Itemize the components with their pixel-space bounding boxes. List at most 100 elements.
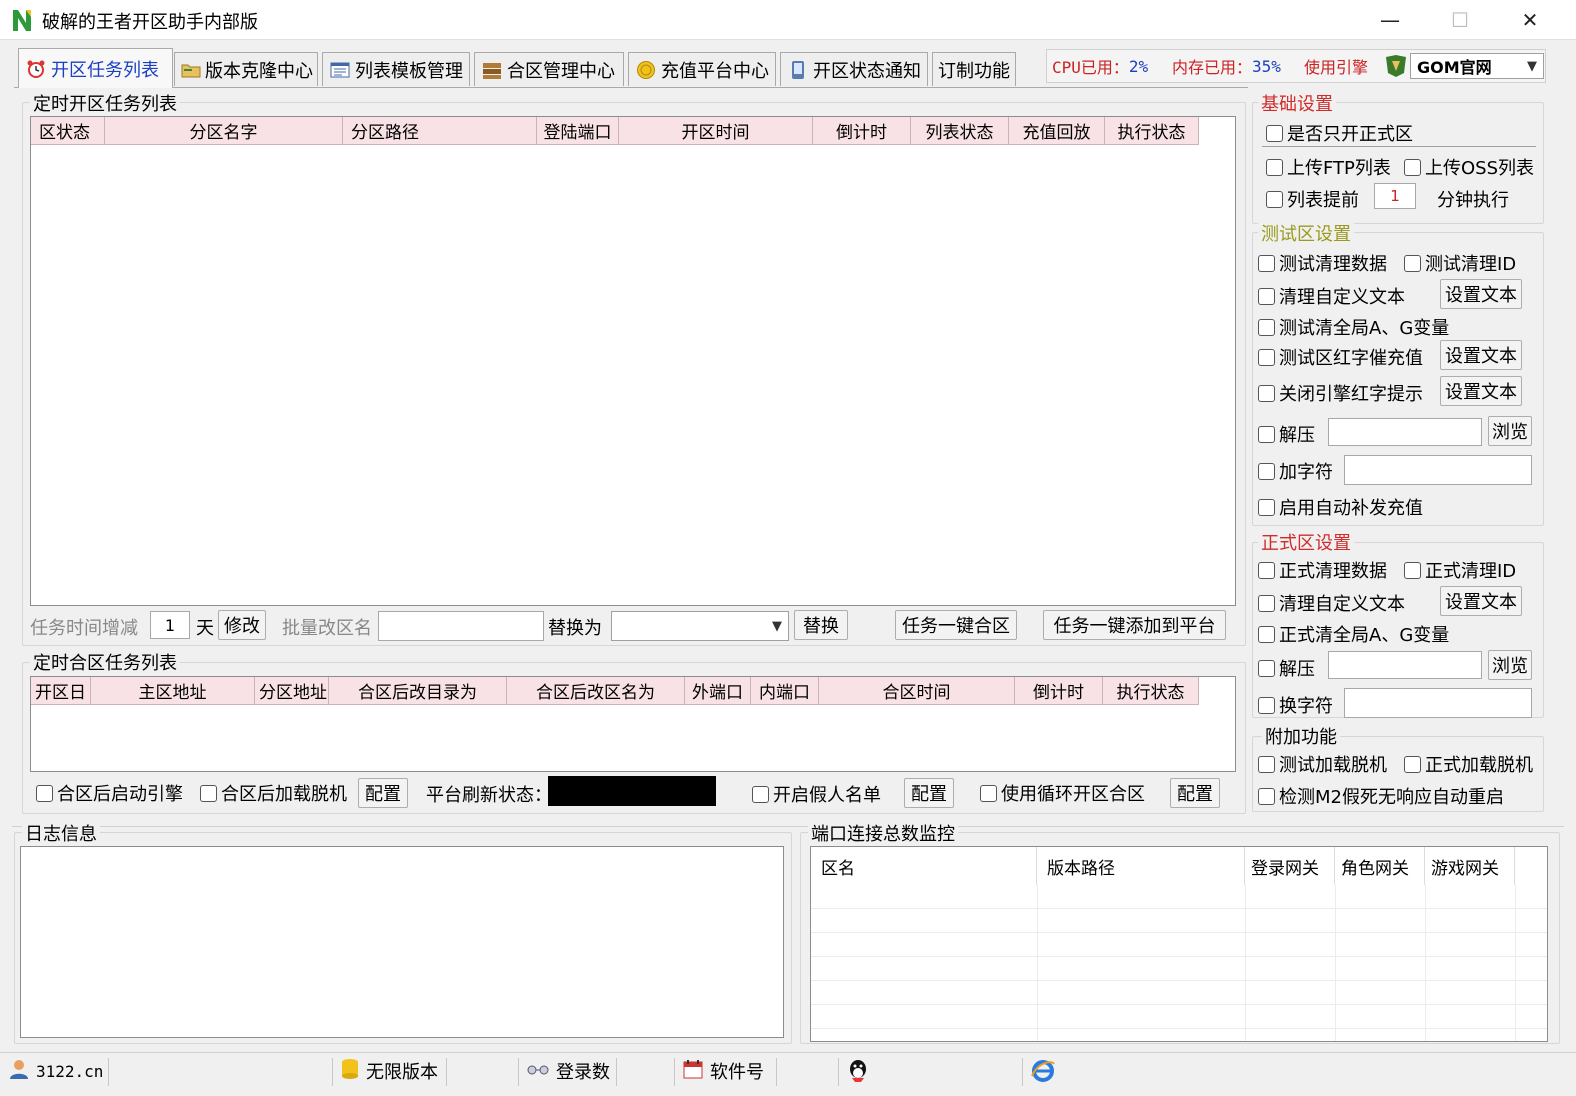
close-button[interactable]: ✕ — [1502, 0, 1558, 40]
merge-all-button[interactable]: 任务一键合区 — [895, 610, 1017, 640]
checkbox-box[interactable] — [1266, 190, 1283, 208]
official-clear-id-checkbox[interactable]: 正式清理ID — [1404, 557, 1516, 583]
checkbox-box[interactable] — [1258, 659, 1275, 677]
replace-with-select[interactable]: ▼ — [611, 611, 789, 641]
timed-open-list[interactable]: 区状态 分区名字 分区路径 登陆端口 开区时间 倒计时 列表状态 充值回放 执行… — [30, 116, 1236, 606]
list-ahead-checkbox[interactable]: 列表提前 — [1266, 186, 1359, 212]
upload-oss-checkbox[interactable]: 上传OSS列表 — [1404, 154, 1534, 180]
col-main-address[interactable]: 主区地址 — [91, 677, 255, 705]
test-red-set-text-button[interactable]: 设置文本 — [1440, 340, 1522, 370]
checkbox-box[interactable] — [1404, 561, 1421, 579]
checkbox-box[interactable] — [1258, 254, 1275, 272]
start-engine-checkbox[interactable]: 合区后启动引擎 — [36, 780, 183, 806]
test-red-recharge-checkbox[interactable]: 测试区红字催充值 — [1258, 344, 1423, 370]
checkbox-box[interactable] — [1258, 318, 1275, 336]
days-input[interactable]: 1 — [150, 611, 190, 639]
cycle-config-button[interactable]: 配置 — [1170, 778, 1220, 808]
col-login-port[interactable]: 登陆端口 — [537, 117, 619, 145]
checkbox-box[interactable] — [752, 785, 769, 803]
test-clear-id-checkbox[interactable]: 测试清理ID — [1404, 250, 1516, 276]
col-countdown[interactable]: 倒计时 — [813, 117, 911, 145]
official-replace-char-checkbox[interactable]: 换字符 — [1258, 692, 1333, 718]
test-add-char-checkbox[interactable]: 加字符 — [1258, 458, 1333, 484]
checkbox-box[interactable] — [1258, 787, 1275, 805]
minimize-button[interactable]: — — [1362, 0, 1418, 40]
fake-names-config-button[interactable]: 配置 — [904, 778, 954, 808]
engine-select[interactable]: GOM官网 ▼ — [1410, 53, 1544, 79]
checkbox-box[interactable] — [1258, 561, 1275, 579]
checkbox-box[interactable] — [1266, 158, 1283, 176]
test-clear-data-checkbox[interactable]: 测试清理数据 — [1258, 250, 1387, 276]
col-merge-time[interactable]: 合区时间 — [819, 677, 1015, 705]
test-browse-button[interactable]: 浏览 — [1488, 416, 1532, 446]
cycle-open-merge-checkbox[interactable]: 使用循环开区合区 — [980, 780, 1145, 806]
auto-recharge-checkbox[interactable]: 启用自动补发充值 — [1258, 494, 1423, 520]
checkbox-box[interactable] — [1404, 755, 1421, 773]
checkbox-box[interactable] — [980, 784, 997, 802]
checkbox-box[interactable] — [1404, 158, 1421, 176]
col-merge-countdown[interactable]: 倒计时 — [1015, 677, 1103, 705]
upload-ftp-checkbox[interactable]: 上传FTP列表 — [1266, 154, 1391, 180]
col-new-dir[interactable]: 合区后改目录为 — [329, 677, 507, 705]
test-unzip-checkbox[interactable]: 解压 — [1258, 421, 1315, 447]
test-close-set-text-button[interactable]: 设置文本 — [1440, 376, 1522, 406]
checkbox-box[interactable] — [1258, 384, 1275, 402]
qq-icon[interactable] — [846, 1054, 870, 1088]
modify-button[interactable]: 修改 — [218, 610, 266, 640]
test-custom-set-text-button[interactable]: 设置文本 — [1440, 279, 1522, 309]
official-clear-custom-checkbox[interactable]: 清理自定义文本 — [1258, 590, 1405, 616]
col-zone[interactable]: 区名 — [811, 847, 1037, 885]
test-add-char-input[interactable] — [1344, 455, 1532, 485]
checkbox-box[interactable] — [1258, 425, 1275, 443]
test-load-offline-checkbox[interactable]: 测试加载脱机 — [1258, 751, 1387, 777]
test-clear-global-checkbox[interactable]: 测试清全局A、G变量 — [1258, 314, 1449, 340]
col-sub-address[interactable]: 分区地址 — [255, 677, 329, 705]
official-browse-button[interactable]: 浏览 — [1488, 650, 1532, 680]
checkbox-box[interactable] — [1258, 755, 1275, 773]
test-close-engine-tip-checkbox[interactable]: 关闭引擎红字提示 — [1258, 380, 1423, 406]
official-custom-set-text-button[interactable]: 设置文本 — [1440, 586, 1522, 616]
tab-merge-center[interactable]: 合区管理中心 — [474, 52, 624, 86]
test-clear-custom-checkbox[interactable]: 清理自定义文本 — [1258, 283, 1405, 309]
checkbox-box[interactable] — [200, 784, 217, 802]
only-official-checkbox[interactable]: 是否只开正式区 — [1266, 120, 1413, 146]
official-clear-data-checkbox[interactable]: 正式清理数据 — [1258, 557, 1387, 583]
col-zone-path[interactable]: 分区路径 — [343, 117, 537, 145]
col-zone-status[interactable]: 区状态 — [31, 117, 105, 145]
minutes-input[interactable]: 1 — [1374, 183, 1416, 209]
port-monitor-list[interactable]: 区名 版本路径 登录网关 角色网关 游戏网关 — [810, 846, 1548, 1042]
timed-merge-list[interactable]: 开区日 主区地址 分区地址 合区后改目录为 合区后改区名为 外端口 内端口 合区… — [30, 676, 1236, 772]
fake-names-checkbox[interactable]: 开启假人名单 — [752, 781, 881, 807]
col-login-gateway[interactable]: 登录网关 — [1245, 847, 1335, 885]
col-zone-name[interactable]: 分区名字 — [105, 117, 343, 145]
batch-rename-input[interactable] — [378, 611, 544, 641]
col-inner-port[interactable]: 内端口 — [751, 677, 819, 705]
col-outer-port[interactable]: 外端口 — [685, 677, 751, 705]
col-open-day[interactable]: 开区日 — [31, 677, 91, 705]
checkbox-box[interactable] — [1258, 287, 1275, 305]
tab-recharge-platform[interactable]: 充值平台中心 — [628, 52, 776, 86]
col-game-gateway[interactable]: 游戏网关 — [1425, 847, 1515, 885]
tab-status-notify[interactable]: 开区状态通知 — [780, 52, 928, 86]
add-all-to-platform-button[interactable]: 任务一键添加到平台 — [1043, 610, 1226, 640]
merge-config-button[interactable]: 配置 — [358, 778, 408, 808]
col-exec-status[interactable]: 执行状态 — [1105, 117, 1199, 145]
col-merge-exec-status[interactable]: 执行状态 — [1103, 677, 1199, 705]
tab-list-template[interactable]: 列表模板管理 — [322, 52, 470, 86]
checkbox-box[interactable] — [1258, 462, 1275, 480]
official-unzip-path-input[interactable] — [1328, 651, 1482, 679]
col-recharge-replay[interactable]: 充值回放 — [1009, 117, 1105, 145]
replace-button[interactable]: 替换 — [794, 610, 848, 640]
log-textarea[interactable] — [20, 846, 784, 1038]
col-role-gateway[interactable]: 角色网关 — [1335, 847, 1425, 885]
official-unzip-checkbox[interactable]: 解压 — [1258, 655, 1315, 681]
official-load-offline-checkbox[interactable]: 正式加载脱机 — [1404, 751, 1533, 777]
col-list-status[interactable]: 列表状态 — [911, 117, 1009, 145]
checkbox-box[interactable] — [1258, 498, 1275, 516]
checkbox-box[interactable] — [1266, 124, 1283, 142]
official-clear-global-checkbox[interactable]: 正式清全局A、G变量 — [1258, 621, 1449, 647]
test-unzip-path-input[interactable] — [1328, 418, 1482, 446]
checkbox-box[interactable] — [1258, 696, 1275, 714]
tab-custom-features[interactable]: 订制功能 — [932, 52, 1016, 86]
official-replace-char-input[interactable] — [1344, 688, 1532, 718]
